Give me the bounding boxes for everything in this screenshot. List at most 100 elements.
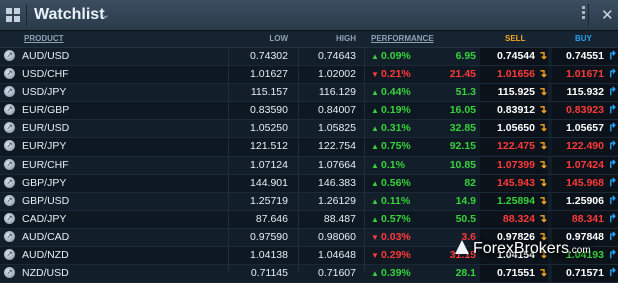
table-row[interactable]: ↗ EUR/CHF 1.07124 1.07664 ▲ 0.1% 10.85 1.07399 ↴… bbox=[0, 156, 618, 175]
buy-price[interactable]: 1.05657 bbox=[566, 122, 604, 134]
table-row[interactable]: ↗ EUR/JPY 121.512 122.754 ▲ 0.75% 92.15 122.475… bbox=[0, 138, 618, 157]
close-icon[interactable]: ✕ bbox=[601, 6, 614, 24]
watchlist-menu-button[interactable] bbox=[0, 0, 26, 30]
instrument-icon[interactable]: ↗ bbox=[4, 176, 15, 188]
performance-percent: 0.03% bbox=[381, 230, 411, 243]
sell-price[interactable]: 1.07399 bbox=[497, 159, 535, 171]
symbol[interactable]: CAD/JPY bbox=[22, 213, 66, 225]
table-row[interactable]: ↗ GBP/USD 1.25719 1.26129 ▲ 0.11% 14.9 1.25894 ↴… bbox=[0, 192, 618, 211]
buy-arrow-icon[interactable]: ↱ bbox=[608, 176, 617, 189]
column-header-performance[interactable]: PERFORMANCE bbox=[371, 34, 434, 43]
symbol[interactable]: GBP/JPY bbox=[22, 177, 66, 189]
buy-arrow-icon[interactable]: ↱ bbox=[608, 248, 617, 261]
buy-price[interactable]: 122.490 bbox=[566, 140, 604, 152]
instrument-icon[interactable]: ↗ bbox=[4, 104, 15, 116]
sell-price[interactable]: 1.05650 bbox=[497, 122, 535, 134]
buy-price[interactable]: 1.01671 bbox=[566, 68, 604, 80]
high-value: 0.98060 bbox=[318, 230, 356, 243]
buy-price[interactable]: 1.25906 bbox=[566, 195, 604, 207]
buy-arrow-icon[interactable]: ↱ bbox=[608, 158, 617, 171]
buy-arrow-icon[interactable]: ↱ bbox=[608, 103, 617, 116]
pips-value: 32.85 bbox=[449, 122, 476, 135]
sell-arrow-icon[interactable]: ↴ bbox=[538, 194, 547, 207]
sell-arrow-icon[interactable]: ↴ bbox=[538, 176, 547, 189]
buy-price[interactable]: 145.968 bbox=[566, 177, 604, 189]
table-row[interactable]: ↗ USD/JPY 115.157 116.129 ▲ 0.44% 51.3 115.925 ↴… bbox=[0, 84, 618, 103]
symbol[interactable]: AUD/NZD bbox=[22, 249, 69, 261]
instrument-icon[interactable]: ↗ bbox=[4, 86, 15, 98]
symbol[interactable]: EUR/GBP bbox=[22, 104, 69, 116]
chevron-down-icon[interactable]: ⌄ bbox=[101, 8, 110, 21]
triangle-up-icon: ▲ bbox=[371, 142, 379, 152]
instrument-icon[interactable]: ↗ bbox=[4, 140, 15, 152]
sell-arrow-icon[interactable]: ↴ bbox=[538, 85, 547, 98]
instrument-icon[interactable]: ↗ bbox=[4, 68, 15, 80]
buy-arrow-icon[interactable]: ↱ bbox=[608, 67, 617, 80]
table-row[interactable]: ↗ GBP/JPY 144.901 146.383 ▲ 0.56% 82 145.943 ↴ 14… bbox=[0, 174, 618, 193]
buy-price[interactable]: 0.71571 bbox=[566, 267, 604, 279]
sell-price[interactable]: 0.74544 bbox=[497, 50, 535, 62]
buy-arrow-icon[interactable]: ↱ bbox=[608, 85, 617, 98]
grid-icon bbox=[6, 8, 20, 22]
table-row[interactable]: ↗ AUD/USD 0.74302 0.74643 ▲ 0.09% 6.95 0.74544 ↴… bbox=[0, 48, 618, 67]
buy-arrow-icon[interactable]: ↱ bbox=[608, 230, 617, 243]
sell-price[interactable]: 1.01656 bbox=[497, 68, 535, 80]
symbol[interactable]: GBP/USD bbox=[22, 195, 69, 207]
sell-arrow-icon[interactable]: ↴ bbox=[538, 67, 547, 80]
table-row[interactable]: ↗ CAD/JPY 87.646 88.487 ▲ 0.57% 50.5 88.324 ↴ 88.… bbox=[0, 210, 618, 229]
high-value: 88.487 bbox=[323, 212, 356, 225]
instrument-icon[interactable]: ↗ bbox=[4, 212, 15, 224]
sell-price[interactable]: 1.25894 bbox=[497, 195, 535, 207]
symbol[interactable]: USD/JPY bbox=[22, 86, 66, 98]
high-value: 1.02002 bbox=[318, 68, 356, 81]
performance-percent: 0.44% bbox=[381, 86, 411, 99]
buy-arrow-icon[interactable]: ↱ bbox=[608, 139, 617, 152]
table-row[interactable]: ↗ EUR/USD 1.05250 1.05825 ▲ 0.31% 32.85 1.05650… bbox=[0, 120, 618, 139]
sell-arrow-icon[interactable]: ↴ bbox=[538, 158, 547, 171]
instrument-icon[interactable]: ↗ bbox=[4, 158, 15, 170]
table-row[interactable]: ↗ USD/CHF 1.01627 1.02002 ▼ 0.21% 21.45 1.01656… bbox=[0, 66, 618, 85]
column-header-sell: SELL bbox=[505, 34, 526, 43]
sell-price[interactable]: 115.925 bbox=[498, 86, 535, 98]
instrument-icon[interactable]: ↗ bbox=[4, 230, 15, 242]
instrument-icon[interactable]: ↗ bbox=[4, 194, 15, 206]
buy-arrow-icon[interactable]: ↱ bbox=[608, 212, 617, 225]
buy-arrow-icon[interactable]: ↱ bbox=[608, 49, 617, 62]
buy-arrow-icon[interactable]: ↱ bbox=[608, 194, 617, 207]
table-row[interactable]: ↗ EUR/GBP 0.83590 0.84007 ▲ 0.19% 16.05 0.83912… bbox=[0, 102, 618, 121]
symbol[interactable]: AUD/CAD bbox=[22, 231, 69, 243]
buy-arrow-icon[interactable]: ↱ bbox=[608, 121, 617, 134]
low-value: 87.646 bbox=[255, 212, 288, 225]
symbol[interactable]: USD/CHF bbox=[22, 68, 69, 80]
buy-price[interactable]: 115.932 bbox=[567, 86, 604, 98]
sell-arrow-icon[interactable]: ↴ bbox=[538, 212, 547, 225]
pips-value: 10.85 bbox=[449, 158, 476, 171]
column-header-product[interactable]: PRODUCT bbox=[24, 34, 64, 43]
instrument-icon[interactable]: ↗ bbox=[4, 50, 15, 61]
instrument-icon[interactable]: ↗ bbox=[4, 249, 15, 261]
sell-price[interactable]: 88.324 bbox=[503, 213, 535, 225]
buy-price[interactable]: 88.341 bbox=[572, 213, 604, 225]
sell-price[interactable]: 0.71551 bbox=[497, 267, 535, 279]
buy-price[interactable]: 1.07424 bbox=[566, 159, 604, 171]
buy-price[interactable]: 0.74551 bbox=[566, 50, 604, 62]
instrument-icon[interactable]: ↗ bbox=[4, 122, 15, 134]
low-value: 0.97590 bbox=[250, 230, 288, 243]
drag-handle-icon[interactable] bbox=[582, 6, 586, 24]
sell-price[interactable]: 0.83912 bbox=[497, 104, 535, 116]
performance-percent: 0.56% bbox=[381, 176, 411, 189]
symbol[interactable]: EUR/JPY bbox=[22, 140, 66, 152]
sell-price[interactable]: 145.943 bbox=[497, 177, 535, 189]
symbol[interactable]: EUR/USD bbox=[22, 122, 69, 134]
buy-price[interactable]: 0.83923 bbox=[566, 104, 604, 116]
performance-percent: 0.31% bbox=[381, 122, 411, 135]
sell-arrow-icon[interactable]: ↴ bbox=[538, 49, 547, 62]
sell-arrow-icon[interactable]: ↴ bbox=[538, 121, 547, 134]
symbol[interactable]: AUD/USD bbox=[22, 50, 69, 62]
table-row[interactable]: ↗ NZD/USD 0.71145 0.71607 ▲ 0.39% 28.1 0.71551 ↴… bbox=[0, 265, 618, 283]
sell-price[interactable]: 122.475 bbox=[497, 140, 535, 152]
sell-arrow-icon[interactable]: ↴ bbox=[538, 103, 547, 116]
symbol[interactable]: NZD/USD bbox=[22, 267, 69, 279]
sell-arrow-icon[interactable]: ↴ bbox=[538, 139, 547, 152]
symbol[interactable]: EUR/CHF bbox=[22, 159, 69, 171]
